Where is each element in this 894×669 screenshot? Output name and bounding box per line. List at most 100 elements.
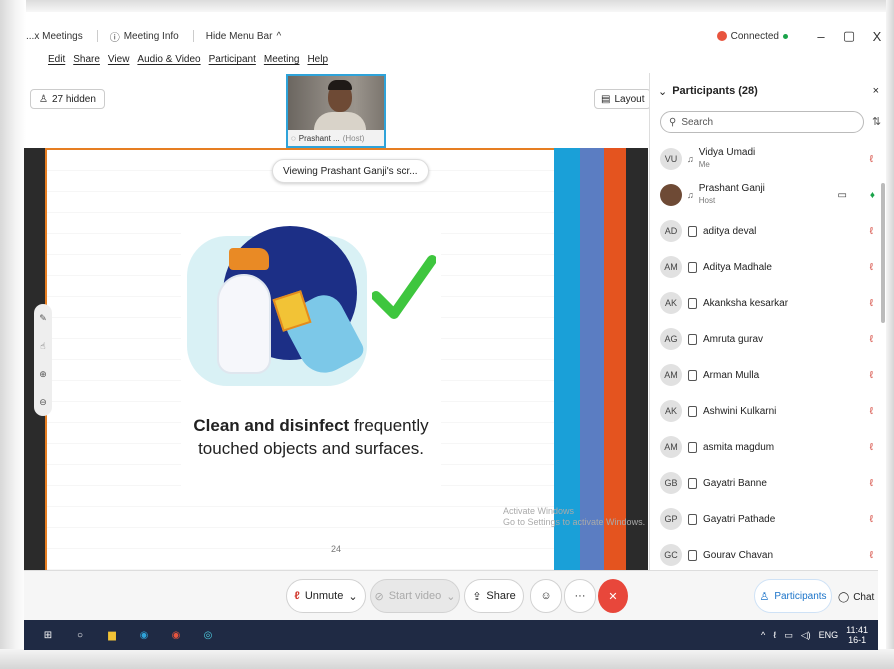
hidden-participants-button[interactable]: ♙ 27 hidden: [30, 89, 105, 109]
connection-icon: [716, 31, 727, 41]
video-off-icon: ⊘: [374, 590, 384, 603]
phone-device-icon: [688, 369, 697, 381]
phone-device-icon: [688, 225, 697, 237]
start-video-button[interactable]: ⊘ Start video ⌄: [370, 579, 460, 613]
windows-taskbar: ⊞ ○ ▆ ◉ ◉ ◎ ^ ℓ ▭ ◁) ENG 11:41 16-1: [24, 620, 878, 650]
file-explorer-icon[interactable]: ▆: [104, 627, 120, 643]
participant-row[interactable]: AG Amruta gurav ℓ: [650, 321, 887, 357]
tray-mic-icon[interactable]: ℓ: [773, 630, 776, 640]
end-icon: ✕: [608, 590, 618, 603]
muted-mic-icon[interactable]: ℓ: [870, 442, 873, 453]
participant-search-input[interactable]: ⚲ Search: [660, 111, 864, 133]
unmute-button[interactable]: ℓ Unmute ⌄: [286, 579, 366, 613]
muted-mic-icon[interactable]: ℓ: [870, 550, 873, 561]
participant-row[interactable]: ♫ Prashant Ganji Host ▭ ♦: [650, 177, 887, 213]
pointer-icon[interactable]: ☝: [40, 341, 45, 352]
language-indicator[interactable]: ENG: [819, 630, 839, 640]
menu-help[interactable]: Help: [307, 54, 328, 70]
poster-caption: Clean and disinfect frequently touched o…: [181, 414, 441, 460]
edge-browser-icon[interactable]: ◉: [136, 627, 152, 643]
connected-dot-icon: [783, 33, 788, 39]
menu-edit[interactable]: Edit: [48, 54, 65, 70]
close-window-button[interactable]: X: [868, 29, 886, 44]
participant-list: VU ♫ Vidya Umadi Me ℓ ♫ Prashant Ganji H…: [650, 141, 887, 573]
smiley-icon: ☺: [540, 590, 552, 602]
phone-device-icon: [688, 477, 697, 489]
participant-row[interactable]: AM Arman Mulla ℓ: [650, 357, 887, 393]
hide-menu-bar-button[interactable]: Hide Menu Bar ^: [206, 31, 281, 42]
zoom-out-icon[interactable]: ⊖: [39, 397, 47, 408]
participant-row[interactable]: GC Gourav Chavan ℓ: [650, 537, 887, 573]
reactions-button[interactable]: ☺: [530, 579, 562, 613]
avatar: GB: [660, 472, 682, 494]
window-frame: ...x Meetings ⓘ Meeting Info Hide Menu B…: [0, 0, 894, 669]
muted-mic-icon[interactable]: ℓ: [870, 298, 873, 309]
collapse-chevron-icon[interactable]: ⌄: [658, 85, 667, 98]
zoom-in-icon[interactable]: ⊕: [39, 369, 47, 380]
participants-panel-header: ⌄ Participants (28) ×: [650, 81, 887, 101]
page-curl-top: [0, 0, 894, 12]
headset-icon: ♫: [687, 190, 694, 200]
avatar: AK: [660, 292, 682, 314]
muted-mic-icon[interactable]: ℓ: [870, 370, 873, 381]
network-icon[interactable]: ▭: [784, 630, 793, 641]
chrome-browser-icon[interactable]: ◉: [168, 627, 184, 643]
participant-row[interactable]: AK Akanksha kesarkar ℓ: [650, 285, 887, 321]
chevron-down-icon[interactable]: ⌄: [348, 590, 357, 603]
muted-mic-icon[interactable]: ℓ: [870, 334, 873, 345]
menu-participant[interactable]: Participant: [209, 54, 256, 70]
avatar: AM: [660, 256, 682, 278]
participant-list-scrollbar[interactable]: [881, 183, 885, 323]
avatar: AG: [660, 328, 682, 350]
close-panel-button[interactable]: ×: [873, 85, 879, 97]
share-button[interactable]: ⇪ Share: [464, 579, 524, 613]
webex-app-icon[interactable]: ◎: [200, 627, 216, 643]
viewing-share-pill[interactable]: Viewing Prashant Ganji's scr...: [272, 159, 429, 183]
meeting-info-button[interactable]: ⓘ Meeting Info: [110, 29, 179, 44]
chevron-up-icon: ^: [276, 30, 282, 42]
participants-toggle-button[interactable]: ♙ Participants: [754, 579, 832, 613]
layout-button[interactable]: ▤ Layout: [594, 89, 652, 109]
participant-name: Ashwini Kulkarni: [703, 405, 777, 417]
muted-mic-icon[interactable]: ℓ: [870, 262, 873, 273]
minimize-button[interactable]: –: [812, 29, 830, 44]
title-separator-2: [192, 30, 194, 42]
windows-start-icon[interactable]: ⊞: [40, 627, 56, 643]
connection-status[interactable]: Connected: [716, 31, 788, 42]
participant-row[interactable]: GB Gayatri Banne ℓ: [650, 465, 887, 501]
muted-mic-icon[interactable]: ℓ: [870, 514, 873, 525]
participant-row[interactable]: AM Aditya Madhale ℓ: [650, 249, 887, 285]
search-circle-icon[interactable]: ○: [72, 627, 88, 643]
tray-chevron-up-icon[interactable]: ^: [761, 630, 765, 640]
participants-title: Participants (28): [672, 85, 758, 97]
camera-icon[interactable]: ▭: [838, 190, 847, 201]
participant-row[interactable]: AK Ashwini Kulkarni ℓ: [650, 393, 887, 429]
menu-audio-video[interactable]: Audio & Video: [137, 54, 200, 70]
speaker-icon[interactable]: ◁): [801, 630, 811, 641]
muted-mic-icon[interactable]: ℓ: [870, 406, 873, 417]
clock[interactable]: 11:41 16-1: [846, 625, 868, 645]
participant-row[interactable]: GP Gayatri Pathade ℓ: [650, 501, 887, 537]
participants-toggle-label: Participants: [774, 590, 827, 602]
menu-share[interactable]: Share: [73, 54, 100, 70]
active-mic-icon[interactable]: ♦: [870, 190, 875, 201]
participant-row[interactable]: VU ♫ Vidya Umadi Me ℓ: [650, 141, 887, 177]
menu-meeting[interactable]: Meeting: [264, 54, 300, 70]
muted-mic-icon[interactable]: ℓ: [870, 478, 873, 489]
menu-view[interactable]: View: [108, 54, 130, 70]
host-video-thumbnail[interactable]: ◌ Prashant ... (Host): [286, 74, 386, 148]
participant-row[interactable]: AM asmita magdum ℓ: [650, 429, 887, 465]
page-curl-bottom: [0, 649, 894, 669]
more-options-button[interactable]: ···: [564, 579, 596, 613]
muted-mic-icon[interactable]: ℓ: [870, 226, 873, 237]
restore-button[interactable]: ▢: [840, 28, 858, 44]
phone-device-icon: [688, 333, 697, 345]
participant-row[interactable]: AD aditya deval ℓ: [650, 213, 887, 249]
muted-mic-icon[interactable]: ℓ: [870, 154, 873, 165]
avatar: AD: [660, 220, 682, 242]
chevron-down-icon[interactable]: ⌄: [446, 590, 455, 603]
end-meeting-button[interactable]: ✕: [598, 579, 628, 613]
sort-icon[interactable]: ⇅: [872, 115, 881, 128]
chat-button[interactable]: ◯ Chat: [838, 585, 874, 609]
annotate-icon[interactable]: ✎: [39, 313, 47, 324]
